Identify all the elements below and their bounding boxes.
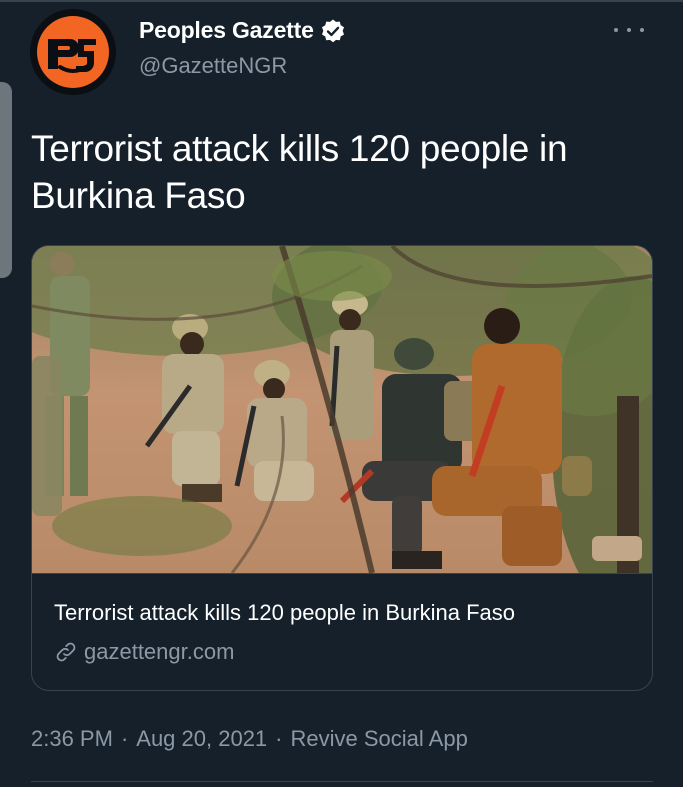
link-card-domain: gazettengr.com	[84, 639, 235, 664]
link-icon	[54, 640, 78, 664]
verified-badge-icon	[320, 18, 346, 44]
tweet-meta: 2:36 PM · Aug 20, 2021 · Revive Social A…	[31, 726, 468, 752]
more-dot	[640, 28, 644, 32]
link-card[interactable]: Terrorist attack kills 120 people in Bur…	[31, 245, 653, 691]
more-options-icon[interactable]	[614, 20, 644, 40]
pg-logo-icon	[30, 9, 116, 95]
tweet-text: Terrorist attack kills 120 people in Bur…	[31, 128, 568, 216]
tweet-time[interactable]: 2:36 PM	[31, 726, 113, 752]
tweet-source-app[interactable]: Revive Social App	[291, 726, 468, 752]
meta-separator: ·	[120, 726, 129, 751]
link-card-title[interactable]: Terrorist attack kills 120 people in Bur…	[54, 600, 644, 626]
more-dot	[614, 28, 618, 32]
author-display-name[interactable]: Peoples Gazette	[139, 17, 314, 44]
card-divider	[32, 573, 652, 574]
top-divider	[0, 0, 683, 2]
bottom-divider	[31, 781, 653, 782]
tweet-date[interactable]: Aug 20, 2021	[136, 726, 267, 752]
author-name-row[interactable]: Peoples Gazette	[139, 17, 346, 44]
tweet-detail-view: Peoples Gazette @GazetteNGR Terrorist at…	[0, 0, 683, 787]
author-handle[interactable]: @GazetteNGR	[139, 53, 287, 79]
meta-separator: ·	[275, 726, 283, 751]
link-card-source[interactable]: gazettengr.com	[54, 639, 234, 665]
more-dot	[627, 28, 631, 32]
side-scroll-tab[interactable]	[0, 82, 12, 278]
link-card-image[interactable]	[32, 246, 652, 573]
avatar[interactable]	[30, 9, 116, 95]
